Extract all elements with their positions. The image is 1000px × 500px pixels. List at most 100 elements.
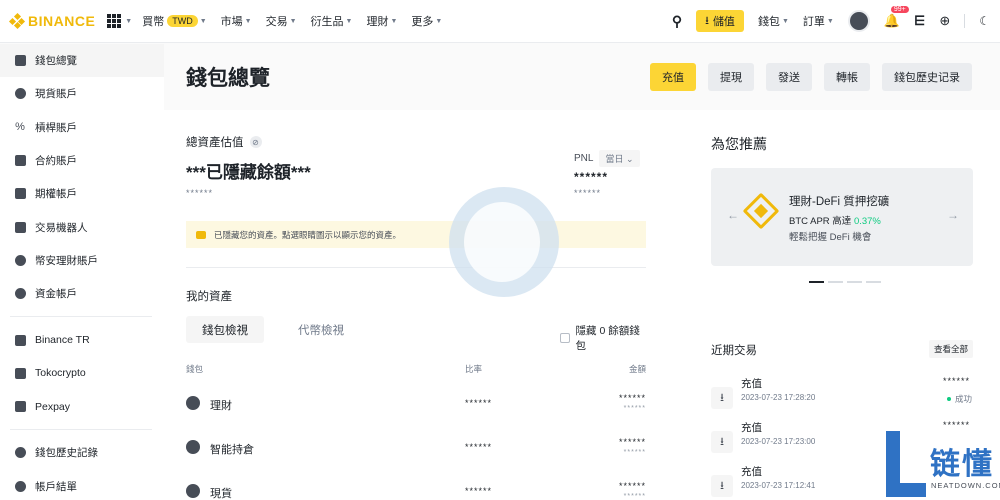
sidebar-item-options[interactable]: 期權帳戶 — [0, 177, 164, 210]
sidebar-item-trading-bots[interactable]: 交易機器人 — [0, 210, 164, 243]
table-row[interactable]: 理財 ****** ****** ****** — [186, 384, 646, 428]
section-divider — [186, 267, 646, 268]
download-app-icon[interactable]: ⋿ — [914, 13, 925, 29]
notification-bell-icon[interactable]: 🔔 99+ — [884, 6, 909, 29]
sidebar-item-overview[interactable]: 錢包總覽 — [0, 44, 164, 78]
nav-derivatives[interactable]: 衍生品 ▼ — [311, 13, 353, 29]
row-ratio: ****** — [465, 398, 493, 408]
hide-zero-toggle[interactable]: 隱藏 0 餘額錢包 — [560, 323, 646, 353]
dark-mode-icon[interactable]: ☾ — [979, 14, 990, 28]
sidebar-item-earn[interactable]: 幣安理財賬戶 — [0, 244, 164, 277]
exchange-icon — [14, 334, 26, 346]
nav-earn[interactable]: 理財 ▼ — [366, 13, 397, 29]
sidebar-item-wallet-history[interactable]: 錢包歷史記錄 — [0, 436, 164, 469]
hide-zero-checkbox[interactable] — [560, 333, 570, 343]
sidebar: 錢包總覽 現貨賬戶 % 槓桿賬戶 合約賬戶 期權帳戶 交易機器人 幣安理財賬戶 … — [0, 44, 164, 500]
apps-menu-button[interactable]: ▼ — [107, 14, 132, 28]
binance-logo[interactable]: BINANCE — [8, 12, 96, 30]
transaction-time: 2023-07-23 17:12:41 — [741, 481, 816, 490]
nav-markets[interactable]: 市場 ▼ — [221, 13, 252, 29]
spot-icon — [186, 484, 200, 498]
col-header-ratio[interactable]: 比率 — [465, 363, 482, 375]
sidebar-item-binance-tr[interactable]: Binance TR — [0, 323, 164, 356]
sidebar-item-label: 帳戶結單 — [35, 480, 77, 493]
content-area: 總資產估值 ⊘ ***已隱藏餘額*** ****** PNL 當日 ⌄ ****… — [164, 110, 1000, 500]
language-globe-icon[interactable]: ⊕ — [939, 13, 950, 29]
view-all-button[interactable]: 查看全部 — [929, 340, 974, 358]
col-header-amount[interactable]: 金額 — [629, 363, 646, 375]
row-wallet-name: 智能持倉 — [210, 444, 254, 456]
nav-orders[interactable]: 訂單 ▼ — [803, 13, 834, 29]
search-icon[interactable]: ⚲ — [672, 13, 682, 30]
deposit-button[interactable]: ⭳ 儲值 — [696, 10, 744, 32]
deposit-action-button[interactable]: 充值 — [650, 63, 696, 91]
tab-coin-view[interactable]: 代幣檢視 — [298, 316, 344, 343]
earn-icon — [14, 254, 26, 266]
dashboard-icon — [14, 55, 26, 67]
recommend-card-sub: 輕鬆把握 DeFi 機會 — [789, 232, 872, 243]
pnl-sub: ****** — [574, 188, 602, 198]
tab-wallet-view[interactable]: 錢包檢視 — [186, 316, 264, 343]
recommend-card[interactable]: ← 理財-DeFi 質押挖礦 BTC APR 高達 0.37% 輕鬆把握 DeF… — [711, 168, 973, 266]
arrow-right-icon[interactable]: → — [947, 208, 959, 222]
table-row[interactable]: 現貨 ****** ****** ****** — [186, 472, 646, 500]
earn-icon — [186, 396, 200, 410]
sidebar-item-label: 期權帳戶 — [35, 188, 77, 201]
eye-off-icon[interactable]: ⊘ — [249, 136, 262, 148]
sidebar-item-label: 錢包歷史記錄 — [35, 447, 98, 460]
notification-count-badge: 99+ — [890, 6, 909, 13]
row-amount: ****** — [618, 481, 646, 491]
transaction-item[interactable]: ⭳ 充值 2023-07-23 17:28:20 ****** 成功 — [711, 376, 981, 420]
binance-logo-icon — [8, 12, 26, 30]
send-button[interactable]: 發送 — [766, 63, 812, 91]
hidden-balance-notice: 已隱藏您的資產。點選眼睛圖示以顯示您的資產。 — [186, 221, 646, 248]
sidebar-item-statements[interactable]: 帳戶結單 — [0, 470, 164, 500]
nav-more[interactable]: 更多 ▼ — [411, 13, 442, 29]
carousel-dot[interactable] — [866, 281, 881, 283]
nav-buy-crypto[interactable]: 買幣 TWD ▼ — [142, 13, 207, 29]
chevron-down-icon: ▼ — [781, 17, 789, 25]
transaction-type: 充值 — [741, 466, 762, 478]
sidebar-item-futures[interactable]: 合約賬戶 — [0, 144, 164, 177]
carousel-dot[interactable] — [847, 281, 862, 283]
withdraw-button[interactable]: 提現 — [708, 63, 754, 91]
transfer-button[interactable]: 轉帳 — [824, 63, 870, 91]
table-row[interactable]: 智能持倉 ****** ****** ****** — [186, 428, 646, 472]
hide-zero-label: 隱藏 0 餘額錢包 — [575, 325, 640, 352]
chevron-down-icon: ⌄ — [625, 154, 634, 164]
transaction-time: 2023-07-23 17:23:00 — [741, 437, 816, 446]
carousel-dots — [809, 281, 881, 283]
wallet-history-button[interactable]: 錢包歷史记录 — [882, 63, 972, 91]
nav-buy-crypto-label: 買幣 — [142, 16, 165, 28]
arrow-left-icon[interactable]: ← — [727, 208, 739, 222]
sidebar-item-tokocrypto[interactable]: Tokocrypto — [0, 357, 164, 390]
col-header-wallet[interactable]: 錢包 — [186, 363, 203, 375]
watermark-text: 链懂 — [930, 447, 994, 482]
deposit-icon: ⭳ — [711, 475, 733, 497]
logo-text: BINANCE — [28, 13, 96, 29]
sidebar-item-funding[interactable]: 資金帳戶 — [0, 277, 164, 310]
carousel-dot[interactable] — [809, 281, 824, 283]
statement-icon — [14, 480, 26, 492]
my-assets-title: 我的資產 — [186, 291, 232, 303]
top-nav: BINANCE ▼ 買幣 TWD ▼ 市場 ▼ 交易 ▼ 衍生品 ▼ 理財 ▼ … — [0, 0, 1000, 43]
recommend-card-apr: BTC APR 高達 0.37% — [789, 213, 881, 227]
row-ratio: ****** — [465, 442, 493, 452]
sidebar-item-label: 交易機器人 — [35, 221, 88, 234]
user-avatar[interactable] — [847, 10, 870, 32]
nav-earn-label: 理財 — [366, 16, 389, 28]
options-icon — [14, 188, 26, 200]
sidebar-item-spot[interactable]: 現貨賬戶 — [0, 77, 164, 110]
row-wallet-name: 現貨 — [210, 488, 232, 500]
nav-trade[interactable]: 交易 ▼ — [266, 13, 297, 29]
currency-badge: TWD — [167, 15, 198, 27]
sidebar-item-margin[interactable]: % 槓桿賬戶 — [0, 111, 164, 144]
transaction-time: 2023-07-23 17:28:20 — [741, 393, 816, 402]
percent-icon: % — [15, 121, 25, 134]
chevron-down-icon: ▼ — [125, 17, 133, 25]
carousel-dot[interactable] — [828, 281, 843, 283]
sidebar-item-pexpay[interactable]: Pexpay — [0, 390, 164, 423]
pnl-period-select[interactable]: 當日 ⌄ — [599, 150, 640, 167]
nav-right: ⚲ ⭳ 儲值 錢包 ▼ 訂單 ▼ 🔔 99+ ⋿ ⊕ ☾ — [672, 6, 990, 32]
nav-wallet[interactable]: 錢包 ▼ — [758, 13, 789, 29]
